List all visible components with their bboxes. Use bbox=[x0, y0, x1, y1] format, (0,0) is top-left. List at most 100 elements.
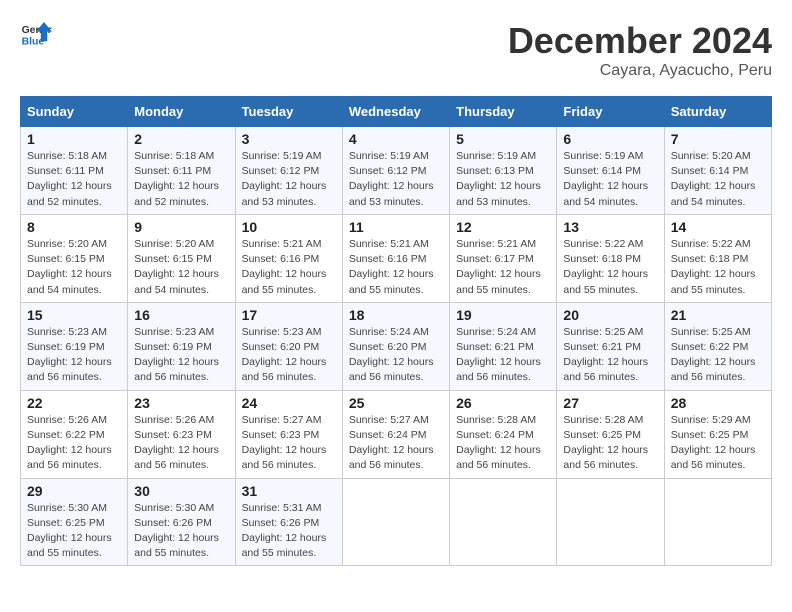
day-info: Sunrise: 5:26 AM Sunset: 6:23 PM Dayligh… bbox=[134, 413, 228, 474]
day-info: Sunrise: 5:28 AM Sunset: 6:24 PM Dayligh… bbox=[456, 413, 550, 474]
day-number: 26 bbox=[456, 395, 550, 411]
day-info: Sunrise: 5:21 AM Sunset: 6:16 PM Dayligh… bbox=[242, 237, 336, 298]
calendar-cell: 8Sunrise: 5:20 AM Sunset: 6:15 PM Daylig… bbox=[21, 214, 128, 302]
day-info: Sunrise: 5:19 AM Sunset: 6:14 PM Dayligh… bbox=[563, 149, 657, 210]
calendar-cell: 10 Sunrise: 5:21 AM Sunset: 6:16 PM Dayli… bbox=[235, 214, 342, 302]
day-number: 14 bbox=[671, 219, 765, 235]
page-header: General Blue December 2024 Cayara, Ayacu… bbox=[20, 20, 772, 80]
calendar-table: SundayMondayTuesdayWednesdayThursdayFrid… bbox=[20, 96, 772, 566]
calendar-cell: 4 Sunrise: 5:19 AM Sunset: 6:12 PM Daylig… bbox=[342, 127, 449, 215]
calendar-cell: 20 Sunrise: 5:25 AM Sunset: 6:21 PM Dayli… bbox=[557, 302, 664, 390]
day-info: Sunrise: 5:23 AM Sunset: 6:19 PM Dayligh… bbox=[134, 325, 228, 386]
day-info: Sunrise: 5:28 AM Sunset: 6:25 PM Dayligh… bbox=[563, 413, 657, 474]
week-row-2: 8Sunrise: 5:20 AM Sunset: 6:15 PM Daylig… bbox=[21, 214, 772, 302]
calendar-header-row: SundayMondayTuesdayWednesdayThursdayFrid… bbox=[21, 97, 772, 127]
day-number: 20 bbox=[563, 307, 657, 323]
day-number: 6 bbox=[563, 131, 657, 147]
day-number: 17 bbox=[242, 307, 336, 323]
day-info: Sunrise: 5:21 AM Sunset: 6:16 PM Dayligh… bbox=[349, 237, 443, 298]
calendar-cell: 13Sunrise: 5:22 AM Sunset: 6:18 PM Dayli… bbox=[557, 214, 664, 302]
logo: General Blue bbox=[20, 20, 52, 48]
day-info: Sunrise: 5:24 AM Sunset: 6:20 PM Dayligh… bbox=[349, 325, 443, 386]
day-number: 15 bbox=[27, 307, 121, 323]
calendar-cell bbox=[557, 478, 664, 566]
calendar-cell bbox=[342, 478, 449, 566]
calendar-cell: 14 Sunrise: 5:22 AM Sunset: 6:18 PM Dayli… bbox=[664, 214, 771, 302]
calendar-cell: 17 Sunrise: 5:23 AM Sunset: 6:20 PM Dayli… bbox=[235, 302, 342, 390]
day-number: 27 bbox=[563, 395, 657, 411]
week-row-5: 29 Sunrise: 5:30 AM Sunset: 6:25 PM Dayli… bbox=[21, 478, 772, 566]
day-number: 22 bbox=[27, 395, 121, 411]
day-info: Sunrise: 5:20 AM Sunset: 6:15 PM Dayligh… bbox=[27, 237, 121, 298]
day-number: 10 bbox=[242, 219, 336, 235]
calendar-cell: 11 Sunrise: 5:21 AM Sunset: 6:16 PM Dayli… bbox=[342, 214, 449, 302]
day-info: Sunrise: 5:19 AM Sunset: 6:12 PM Dayligh… bbox=[349, 149, 443, 210]
calendar-cell: 7 Sunrise: 5:20 AM Sunset: 6:14 PM Daylig… bbox=[664, 127, 771, 215]
day-info: Sunrise: 5:18 AM Sunset: 6:11 PM Dayligh… bbox=[27, 149, 121, 210]
calendar-cell: 19 Sunrise: 5:24 AM Sunset: 6:21 PM Dayli… bbox=[450, 302, 557, 390]
calendar-cell: 3 Sunrise: 5:19 AM Sunset: 6:12 PM Daylig… bbox=[235, 127, 342, 215]
header-tuesday: Tuesday bbox=[235, 97, 342, 127]
day-info: Sunrise: 5:25 AM Sunset: 6:22 PM Dayligh… bbox=[671, 325, 765, 386]
day-info: Sunrise: 5:20 AM Sunset: 6:15 PM Dayligh… bbox=[134, 237, 228, 298]
day-info: Sunrise: 5:27 AM Sunset: 6:23 PM Dayligh… bbox=[242, 413, 336, 474]
calendar-body: 1Sunrise: 5:18 AM Sunset: 6:11 PM Daylig… bbox=[21, 127, 772, 566]
day-number: 24 bbox=[242, 395, 336, 411]
day-number: 2 bbox=[134, 131, 228, 147]
day-info: Sunrise: 5:19 AM Sunset: 6:13 PM Dayligh… bbox=[456, 149, 550, 210]
day-number: 18 bbox=[349, 307, 443, 323]
month-title: December 2024 bbox=[508, 20, 772, 62]
title-block: December 2024 Cayara, Ayacucho, Peru bbox=[508, 20, 772, 80]
day-info: Sunrise: 5:22 AM Sunset: 6:18 PM Dayligh… bbox=[671, 237, 765, 298]
calendar-cell: 16 Sunrise: 5:23 AM Sunset: 6:19 PM Dayli… bbox=[128, 302, 235, 390]
day-number: 28 bbox=[671, 395, 765, 411]
day-number: 4 bbox=[349, 131, 443, 147]
day-info: Sunrise: 5:23 AM Sunset: 6:20 PM Dayligh… bbox=[242, 325, 336, 386]
calendar-cell: 15 Sunrise: 5:23 AM Sunset: 6:19 PM Dayli… bbox=[21, 302, 128, 390]
day-info: Sunrise: 5:21 AM Sunset: 6:17 PM Dayligh… bbox=[456, 237, 550, 298]
calendar-cell: 25 Sunrise: 5:27 AM Sunset: 6:24 PM Dayli… bbox=[342, 390, 449, 478]
calendar-cell: 26 Sunrise: 5:28 AM Sunset: 6:24 PM Dayli… bbox=[450, 390, 557, 478]
calendar-cell: 28 Sunrise: 5:29 AM Sunset: 6:25 PM Dayli… bbox=[664, 390, 771, 478]
day-number: 25 bbox=[349, 395, 443, 411]
day-number: 3 bbox=[242, 131, 336, 147]
day-info: Sunrise: 5:25 AM Sunset: 6:21 PM Dayligh… bbox=[563, 325, 657, 386]
day-info: Sunrise: 5:30 AM Sunset: 6:26 PM Dayligh… bbox=[134, 501, 228, 562]
day-number: 5 bbox=[456, 131, 550, 147]
day-info: Sunrise: 5:20 AM Sunset: 6:14 PM Dayligh… bbox=[671, 149, 765, 210]
day-number: 9 bbox=[134, 219, 228, 235]
calendar-cell: 5 Sunrise: 5:19 AM Sunset: 6:13 PM Daylig… bbox=[450, 127, 557, 215]
day-number: 11 bbox=[349, 219, 443, 235]
calendar-cell: 6 Sunrise: 5:19 AM Sunset: 6:14 PM Daylig… bbox=[557, 127, 664, 215]
header-sunday: Sunday bbox=[21, 97, 128, 127]
day-info: Sunrise: 5:27 AM Sunset: 6:24 PM Dayligh… bbox=[349, 413, 443, 474]
day-number: 12 bbox=[456, 219, 550, 235]
logo-icon: General Blue bbox=[20, 20, 52, 48]
day-info: Sunrise: 5:18 AM Sunset: 6:11 PM Dayligh… bbox=[134, 149, 228, 210]
day-info: Sunrise: 5:29 AM Sunset: 6:25 PM Dayligh… bbox=[671, 413, 765, 474]
header-saturday: Saturday bbox=[664, 97, 771, 127]
calendar-cell: 27 Sunrise: 5:28 AM Sunset: 6:25 PM Dayli… bbox=[557, 390, 664, 478]
calendar-cell: 12 Sunrise: 5:21 AM Sunset: 6:17 PM Dayli… bbox=[450, 214, 557, 302]
calendar-cell: 21 Sunrise: 5:25 AM Sunset: 6:22 PM Dayli… bbox=[664, 302, 771, 390]
calendar-cell: 9 Sunrise: 5:20 AM Sunset: 6:15 PM Daylig… bbox=[128, 214, 235, 302]
day-number: 19 bbox=[456, 307, 550, 323]
day-info: Sunrise: 5:19 AM Sunset: 6:12 PM Dayligh… bbox=[242, 149, 336, 210]
calendar-cell: 24 Sunrise: 5:27 AM Sunset: 6:23 PM Dayli… bbox=[235, 390, 342, 478]
day-info: Sunrise: 5:30 AM Sunset: 6:25 PM Dayligh… bbox=[27, 501, 121, 562]
calendar-cell bbox=[664, 478, 771, 566]
week-row-4: 22Sunrise: 5:26 AM Sunset: 6:22 PM Dayli… bbox=[21, 390, 772, 478]
calendar-cell: 18 Sunrise: 5:24 AM Sunset: 6:20 PM Dayli… bbox=[342, 302, 449, 390]
day-info: Sunrise: 5:24 AM Sunset: 6:21 PM Dayligh… bbox=[456, 325, 550, 386]
calendar-cell: 1Sunrise: 5:18 AM Sunset: 6:11 PM Daylig… bbox=[21, 127, 128, 215]
day-number: 16 bbox=[134, 307, 228, 323]
subtitle: Cayara, Ayacucho, Peru bbox=[508, 62, 772, 80]
day-number: 7 bbox=[671, 131, 765, 147]
day-number: 31 bbox=[242, 483, 336, 499]
week-row-3: 15 Sunrise: 5:23 AM Sunset: 6:19 PM Dayli… bbox=[21, 302, 772, 390]
day-number: 21 bbox=[671, 307, 765, 323]
day-info: Sunrise: 5:31 AM Sunset: 6:26 PM Dayligh… bbox=[242, 501, 336, 562]
week-row-1: 1Sunrise: 5:18 AM Sunset: 6:11 PM Daylig… bbox=[21, 127, 772, 215]
day-info: Sunrise: 5:23 AM Sunset: 6:19 PM Dayligh… bbox=[27, 325, 121, 386]
day-number: 29 bbox=[27, 483, 121, 499]
